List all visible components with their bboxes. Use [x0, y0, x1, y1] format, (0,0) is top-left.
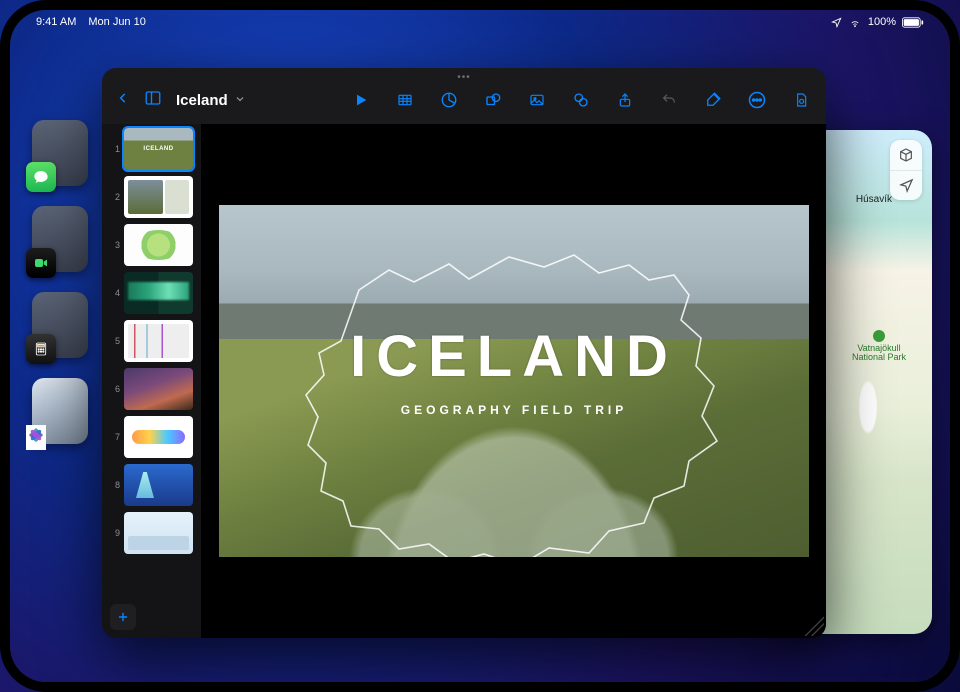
- battery-pct: 100%: [868, 16, 896, 28]
- image-button[interactable]: [526, 89, 548, 111]
- thumb-number: 5: [110, 336, 120, 346]
- status-date: Mon Jun 10: [88, 16, 145, 28]
- map-city-label: Húsavík: [856, 194, 892, 205]
- thumb-preview: [124, 368, 193, 410]
- keynote-toolbar: Iceland: [102, 82, 826, 118]
- thumb-preview: [124, 512, 193, 554]
- maps-locate-button[interactable]: [890, 170, 922, 200]
- chart-button[interactable]: [438, 89, 460, 111]
- app-pile-4[interactable]: [32, 378, 88, 444]
- slide-subtitle[interactable]: GEOGRAPHY FIELD TRIP: [219, 403, 809, 417]
- current-slide[interactable]: ICELAND GEOGRAPHY FIELD TRIP: [219, 205, 809, 557]
- sidebar-toggle-button[interactable]: [142, 89, 164, 112]
- thumb-preview: [124, 320, 193, 362]
- messages-icon: [26, 162, 56, 192]
- slide-thumb-3[interactable]: 3: [110, 224, 193, 266]
- add-slide-button[interactable]: [110, 604, 136, 630]
- slide-thumb-7[interactable]: 7: [110, 416, 193, 458]
- app-pile-1[interactable]: [32, 120, 88, 186]
- document-options-button[interactable]: [790, 89, 812, 111]
- thumb-number: 8: [110, 480, 120, 490]
- document-title-text: Iceland: [176, 92, 228, 109]
- app-pile-2[interactable]: [32, 206, 88, 272]
- effects-button[interactable]: [570, 89, 592, 111]
- iceland-outline-icon: [219, 205, 809, 557]
- app-pile-3[interactable]: [32, 292, 88, 358]
- thumb-number: 6: [110, 384, 120, 394]
- ipad-screen: 9:41 AM Mon Jun 10 100%: [10, 10, 950, 682]
- battery-icon: [902, 17, 924, 28]
- thumb-preview: [124, 272, 193, 314]
- calculator-icon: [26, 334, 56, 364]
- slide-thumb-6[interactable]: 6: [110, 368, 193, 410]
- slide-thumb-1[interactable]: 1 ICELAND: [110, 128, 193, 170]
- map-park-label: Vatnajökull National Park: [844, 330, 914, 363]
- thumb-number: 2: [110, 192, 120, 202]
- location-icon: [831, 17, 842, 28]
- thumb-number: 7: [110, 432, 120, 442]
- status-bar: 9:41 AM Mon Jun 10 100%: [10, 10, 950, 34]
- slide-navigator[interactable]: 1 ICELAND 2 3 4 5 6: [102, 124, 202, 638]
- shapes-button[interactable]: [482, 89, 504, 111]
- thumb-number: 9: [110, 528, 120, 538]
- more-button[interactable]: [746, 89, 768, 111]
- chevron-down-icon: [234, 92, 246, 109]
- thumb-number: 1: [110, 144, 120, 154]
- play-button[interactable]: [350, 89, 372, 111]
- slide-thumb-5[interactable]: 5: [110, 320, 193, 362]
- slide-thumb-8[interactable]: 8: [110, 464, 193, 506]
- facetime-icon: [26, 248, 56, 278]
- slide-thumb-4[interactable]: 4: [110, 272, 193, 314]
- format-button[interactable]: [702, 89, 724, 111]
- undo-button[interactable]: [658, 89, 680, 111]
- slide-thumb-9[interactable]: 9: [110, 512, 193, 554]
- maps-3d-button[interactable]: [890, 140, 922, 170]
- thumb-preview: [124, 176, 193, 218]
- status-time: 9:41 AM: [36, 16, 76, 28]
- share-button[interactable]: [614, 89, 636, 111]
- ipad-frame: 9:41 AM Mon Jun 10 100%: [0, 0, 960, 692]
- thumb-number: 3: [110, 240, 120, 250]
- document-title[interactable]: Iceland: [176, 92, 246, 109]
- table-button[interactable]: [394, 89, 416, 111]
- stage-manager-strip: [32, 120, 92, 642]
- slide-thumb-2[interactable]: 2: [110, 176, 193, 218]
- keynote-window: ••• Iceland: [102, 68, 826, 638]
- slide-canvas[interactable]: ICELAND GEOGRAPHY FIELD TRIP: [202, 124, 826, 638]
- thumb-preview: [124, 416, 193, 458]
- thumb-preview: ICELAND: [124, 128, 193, 170]
- back-button[interactable]: [116, 88, 130, 113]
- thumb-preview: [124, 464, 193, 506]
- thumb-preview: [124, 224, 193, 266]
- slide-title[interactable]: ICELAND: [219, 323, 809, 390]
- thumb-number: 4: [110, 288, 120, 298]
- maps-controls: [890, 140, 922, 200]
- photos-icon: [26, 425, 46, 450]
- wifi-icon: [848, 17, 862, 28]
- thumb-title: ICELAND: [124, 128, 193, 170]
